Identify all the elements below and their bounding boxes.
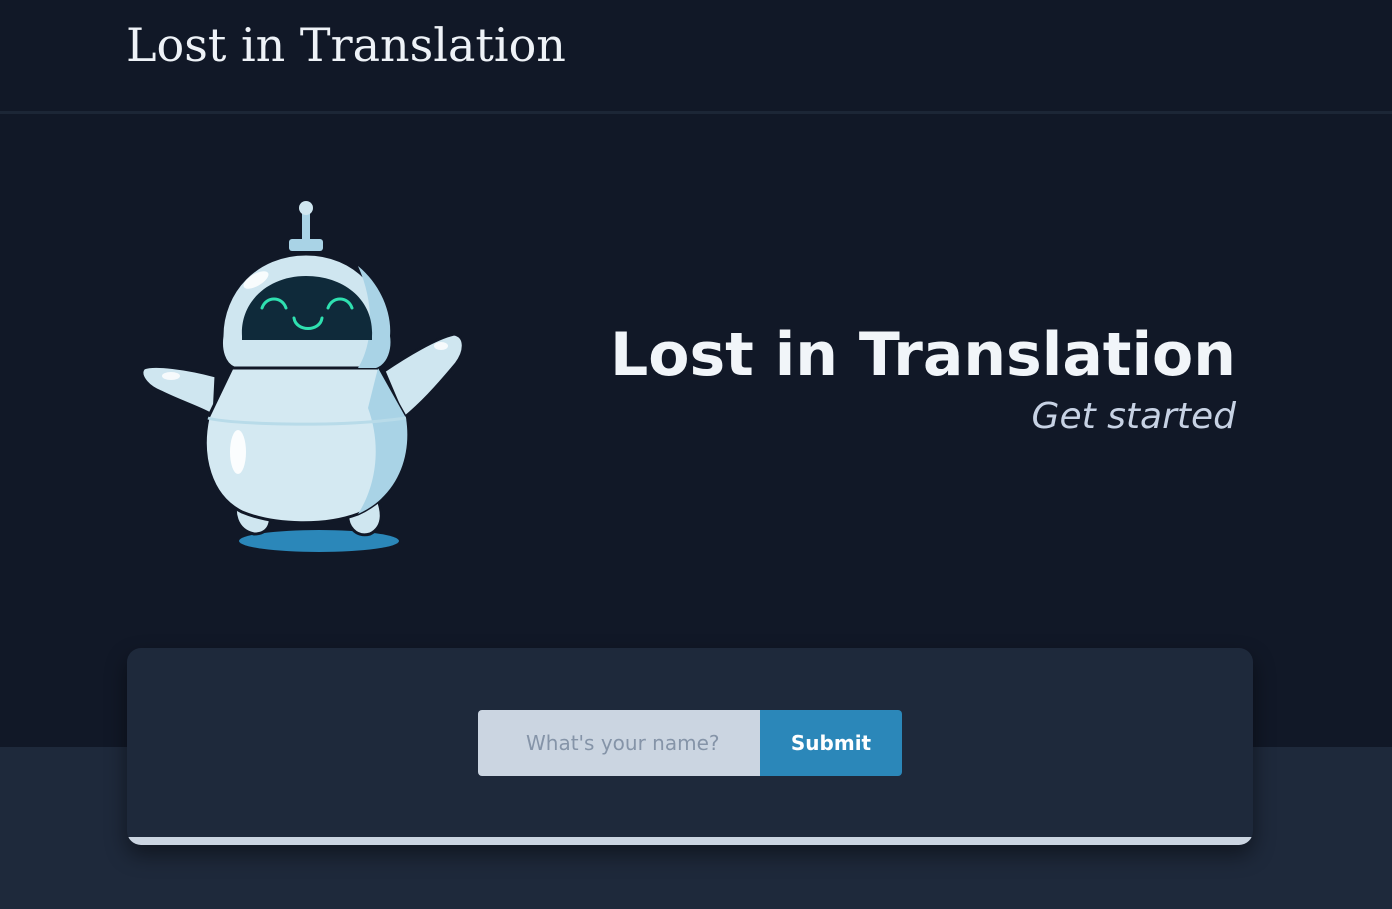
robot-mascot-illustration [140,201,465,552]
robot-antenna-tip [299,201,313,215]
top-navbar: Lost in Translation [0,0,1392,114]
name-input[interactable] [478,710,760,776]
hero-subtitle: Get started [1031,396,1236,437]
submit-button[interactable]: Submit [760,710,902,776]
hero-title: Lost in Translation [610,320,1236,390]
login-card: Submit [127,648,1253,845]
card-bottom-accent [127,837,1253,845]
brand-logo-text[interactable]: Lost in Translation [126,18,566,72]
robot-antenna-base [289,239,323,251]
robot-left-arm [140,364,218,419]
robot-body-highlight [230,430,246,474]
